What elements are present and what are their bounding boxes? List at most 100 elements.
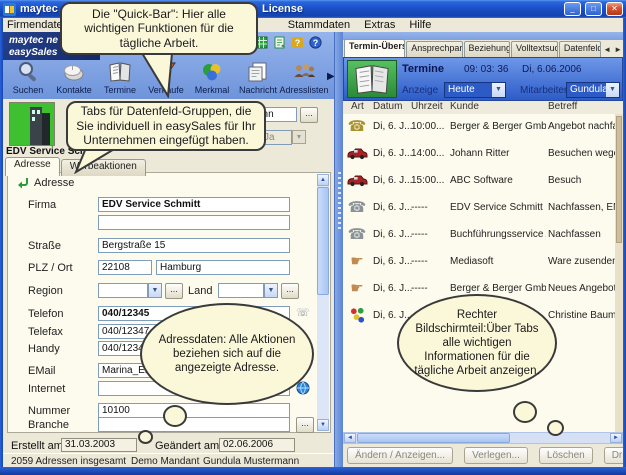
toolbar-item-label: Termine bbox=[104, 85, 136, 95]
horizontal-scrollbar[interactable]: ◄ ► bbox=[343, 432, 623, 444]
window-border-bottom bbox=[0, 467, 626, 475]
tab-datenfelder[interactable]: Datenfelder bbox=[559, 41, 601, 57]
column-header-art[interactable]: Art bbox=[351, 101, 364, 112]
termin-row[interactable]: Di, 6. J...15:00...ABC SoftwareBesuch bbox=[343, 168, 615, 195]
ort-field[interactable]: Hamburg bbox=[156, 260, 290, 275]
column-header-datum[interactable]: Datum bbox=[373, 101, 402, 112]
firma-field[interactable]: EDV Service Schmitt bbox=[98, 197, 290, 212]
plz-field[interactable]: 22108 bbox=[98, 260, 152, 275]
tab-volltextsuche[interactable]: Volltextsuche bbox=[511, 41, 558, 57]
toolbar-item-termine[interactable]: Termine bbox=[97, 60, 143, 95]
toolbar-item-adresslisten[interactable]: Adresslisten bbox=[281, 60, 327, 95]
column-header-betreff[interactable]: Betreff bbox=[548, 101, 577, 112]
region-browse-button[interactable]: ... bbox=[165, 283, 183, 299]
calendar-book-icon bbox=[347, 60, 397, 98]
minimize-button[interactable]: _ bbox=[564, 2, 581, 16]
toolbar-item-merkmal[interactable]: Merkmal bbox=[189, 60, 235, 95]
maximize-button[interactable]: □ bbox=[585, 2, 602, 16]
panel-splitter[interactable] bbox=[334, 32, 343, 467]
mitarbeiter-combo[interactable]: Gundula Must ▼ bbox=[566, 82, 620, 98]
termin-row[interactable]: ☎Di, 6. J...-----EDV Service SchmittNach… bbox=[343, 195, 615, 222]
cell-betreff: Christine Baumann fei bbox=[548, 310, 615, 321]
tab-ansprechpartner[interactable]: Ansprechpartner bbox=[406, 41, 462, 57]
scroll-down-icon[interactable]: ▼ bbox=[317, 419, 329, 431]
toolbar-item-label: Suchen bbox=[13, 85, 44, 95]
werbung-combo-arrow-icon[interactable]: ▼ bbox=[292, 130, 306, 144]
firma2-field[interactable] bbox=[98, 215, 290, 230]
cell-datum: Di, 6. J... bbox=[373, 175, 412, 186]
nummer-field[interactable]: 10100 bbox=[98, 403, 290, 418]
tab-beziehungen[interactable]: Beziehungen bbox=[464, 41, 511, 57]
mouse-icon bbox=[62, 60, 86, 84]
land-combo-arrow-icon[interactable]: ▼ bbox=[264, 283, 278, 298]
termin-row[interactable]: Di, 6. J...14:00...Johann RitterBesuchen… bbox=[343, 141, 615, 168]
contact-browse-button[interactable]: ... bbox=[300, 107, 318, 123]
company-photo bbox=[9, 102, 55, 146]
form-scrollbar[interactable]: ▲ ▼ bbox=[317, 174, 329, 431]
toolbar-item-suchen[interactable]: Suchen bbox=[5, 60, 51, 95]
cell-datum: Di, 6. J... bbox=[373, 229, 412, 240]
export-icon[interactable] bbox=[273, 36, 286, 49]
branche-browse-button[interactable]: ... bbox=[296, 417, 314, 433]
form-scrollbar-thumb[interactable] bbox=[317, 187, 329, 295]
anzeige-combo[interactable]: Heute ▼ bbox=[444, 82, 506, 98]
scroll-right-icon[interactable]: ► bbox=[610, 433, 622, 443]
termin-row[interactable]: ☛Di, 6. J...-----MediasoftWare zusenden bbox=[343, 249, 615, 276]
land-combo[interactable] bbox=[218, 283, 264, 298]
scroll-up-icon[interactable]: ▲ bbox=[317, 174, 329, 186]
cell-betreff: Nachfassen, EMail vor bbox=[548, 202, 615, 213]
thought-trail-circle bbox=[138, 430, 153, 444]
toolbar-item-kontakte[interactable]: Kontakte bbox=[51, 60, 97, 95]
cell-betreff: Neues Angebot schrei bbox=[548, 283, 615, 294]
nummer-label: Nummer bbox=[28, 405, 70, 417]
menu-item-hilfe[interactable]: Hilfe bbox=[402, 19, 438, 31]
termin-row[interactable]: ☎Di, 6. J...10:00...Berger & Berger GmbH… bbox=[343, 114, 615, 141]
group-arrow-icon bbox=[16, 176, 29, 189]
phone-icon[interactable]: ☏ bbox=[296, 306, 310, 320]
tab-termin-übersicht[interactable]: Termin-Übersicht bbox=[344, 39, 405, 57]
action-button-row: Ändern / Anzeigen...Verlegen...LöschenDr… bbox=[343, 446, 623, 466]
cell-uhrzeit: ----- bbox=[411, 229, 428, 240]
cell-kunde: EDV Service Schmitt bbox=[450, 202, 546, 213]
column-header-uhrzeit[interactable]: Uhrzeit bbox=[411, 101, 443, 112]
toolbar-item-label: Merkmal bbox=[195, 85, 230, 95]
tab-scroll-left-icon[interactable]: ◄ bbox=[603, 45, 611, 54]
geaendert-am-label: Geändert am bbox=[155, 440, 219, 452]
mitarbeiter-combo-arrow-icon[interactable]: ▼ bbox=[606, 83, 619, 97]
anzeige-combo-arrow-icon[interactable]: ▼ bbox=[492, 83, 505, 97]
cell-kunde: Berger & Berger GmbH & ... bbox=[450, 121, 546, 132]
cell-betreff: Nachfassen bbox=[548, 229, 601, 240]
termin-row[interactable]: ☎Di, 6. J...-----Buchführungsservice Ant… bbox=[343, 222, 615, 249]
menu-item-stammdaten[interactable]: Stammdaten bbox=[281, 19, 357, 31]
list-scrollbar[interactable] bbox=[615, 114, 623, 432]
branche-field[interactable] bbox=[98, 417, 290, 432]
termine-title: Termine bbox=[402, 63, 444, 75]
tab-adresse[interactable]: Adresse bbox=[5, 157, 60, 176]
close-button[interactable]: ✕ bbox=[606, 2, 623, 16]
scroll-left-icon[interactable]: ◄ bbox=[344, 433, 356, 443]
people-icon bbox=[292, 60, 316, 84]
tab-scroll-right-icon[interactable]: ► bbox=[614, 45, 622, 54]
help-icon[interactable]: ? bbox=[309, 36, 322, 49]
region-combo-arrow-icon[interactable]: ▼ bbox=[148, 283, 162, 298]
land-browse-button[interactable]: ... bbox=[281, 283, 299, 299]
question-icon[interactable]: ? bbox=[291, 36, 304, 49]
button-ändern-anzeigen-[interactable]: Ändern / Anzeigen... bbox=[347, 447, 453, 464]
toolbar-item-nachricht[interactable]: Nachricht bbox=[235, 60, 281, 95]
button-löschen[interactable]: Löschen bbox=[539, 447, 593, 464]
cell-uhrzeit: ----- bbox=[411, 283, 428, 294]
button-verlegen-[interactable]: Verlegen... bbox=[464, 447, 528, 464]
cell-datum: Di, 6. J... bbox=[373, 148, 412, 159]
cell-kunde: ABC Software bbox=[450, 175, 546, 186]
menu-item-extras[interactable]: Extras bbox=[357, 19, 402, 31]
strasse-field[interactable]: Bergstraße 15 bbox=[98, 238, 290, 253]
marker-icon bbox=[200, 60, 224, 84]
list-scrollbar-thumb[interactable] bbox=[616, 116, 622, 243]
horizontal-scrollbar-thumb[interactable] bbox=[357, 433, 510, 443]
termine-header: Termine 09: 03: 36 Di, 6.06.2006 Anzeige… bbox=[343, 57, 623, 101]
right-tab-strip: Termin-ÜbersichtAnsprechpartnerBeziehung… bbox=[343, 40, 623, 57]
cell-kunde: Berger & Berger GmbH & ... bbox=[450, 283, 546, 294]
region-combo[interactable] bbox=[98, 283, 148, 298]
group-title: Adresse bbox=[34, 177, 74, 189]
column-header-kunde[interactable]: Kunde bbox=[450, 101, 479, 112]
